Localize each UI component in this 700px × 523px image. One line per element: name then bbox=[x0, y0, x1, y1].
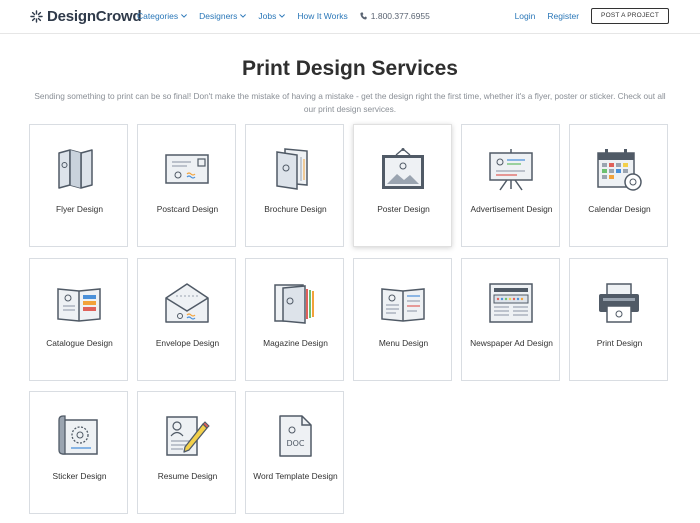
service-card-advertisement[interactable]: Advertisement Design bbox=[461, 124, 560, 247]
newspaper-icon bbox=[489, 283, 533, 323]
service-card-newspaper-ad[interactable]: Newspaper Ad Design bbox=[461, 258, 560, 381]
service-label: Advertisement Design bbox=[470, 204, 553, 214]
main-nav: Categories Designers Jobs How It Works 1… bbox=[137, 11, 430, 21]
chevron-down-icon bbox=[181, 14, 188, 18]
post-a-project-button[interactable]: POST A PROJECT bbox=[591, 8, 669, 24]
resume-icon bbox=[166, 416, 210, 456]
nav-label: Designers bbox=[199, 11, 238, 21]
service-card-sticker[interactable]: Sticker Design bbox=[29, 391, 128, 514]
svg-text:DOC: DOC bbox=[286, 439, 304, 448]
chevron-down-icon bbox=[240, 14, 247, 18]
service-card-catalogue[interactable]: Catalogue Design bbox=[29, 258, 128, 381]
nav-label: How It Works bbox=[297, 11, 348, 21]
chevron-down-icon bbox=[279, 14, 286, 18]
service-card-brochure[interactable]: Brochure Design bbox=[245, 124, 344, 247]
service-label: Resume Design bbox=[157, 471, 218, 481]
service-card-print[interactable]: Print Design bbox=[569, 258, 668, 381]
nav-how-it-works[interactable]: How It Works bbox=[297, 11, 347, 21]
logo[interactable]: DesignCrowd bbox=[30, 8, 142, 25]
login-link[interactable]: Login bbox=[515, 11, 536, 21]
top-navigation-bar: DesignCrowd Categories Designers Jobs Ho… bbox=[0, 0, 700, 34]
service-card-envelope[interactable]: Envelope Design bbox=[137, 258, 236, 381]
service-label: Catalogue Design bbox=[46, 338, 113, 348]
nav-categories[interactable]: Categories bbox=[137, 11, 188, 21]
advertisement-icon bbox=[489, 149, 533, 191]
printer-icon bbox=[599, 283, 639, 323]
service-card-calendar[interactable]: Calendar Design bbox=[569, 124, 668, 247]
service-label: Brochure Design bbox=[264, 204, 327, 214]
service-label: Envelope Design bbox=[155, 338, 220, 348]
logo-text: DesignCrowd bbox=[47, 8, 142, 25]
service-card-poster[interactable]: Poster Design bbox=[353, 124, 452, 247]
service-label: Sticker Design bbox=[52, 471, 107, 481]
phone-number[interactable]: 1.800.377.6955 bbox=[360, 11, 430, 21]
service-card-menu[interactable]: Menu Design bbox=[353, 258, 452, 381]
sticker-icon bbox=[58, 415, 98, 455]
nav-label: Jobs bbox=[258, 11, 277, 21]
phone-icon bbox=[360, 12, 367, 20]
service-label: Flyer Design bbox=[55, 204, 103, 214]
catalogue-icon bbox=[57, 288, 101, 322]
register-link[interactable]: Register bbox=[547, 11, 579, 21]
nav-jobs[interactable]: Jobs bbox=[258, 11, 286, 21]
nav-label: Categories bbox=[137, 11, 179, 21]
page-intro: Sending something to print can be so fin… bbox=[34, 91, 666, 114]
envelope-icon bbox=[165, 283, 209, 323]
service-label: Newspaper Ad Design bbox=[470, 338, 553, 348]
brochure-icon bbox=[276, 148, 308, 190]
service-label: Calendar Design bbox=[588, 204, 651, 214]
service-label: Postcard Design bbox=[156, 204, 219, 214]
service-card-magazine[interactable]: Magazine Design bbox=[245, 258, 344, 381]
service-label: Menu Design bbox=[378, 338, 429, 348]
service-label: Print Design bbox=[596, 338, 643, 348]
magazine-icon bbox=[274, 284, 314, 324]
service-label: Word Template Design bbox=[253, 471, 338, 481]
page-title: Print Design Services bbox=[242, 57, 458, 80]
nav-designers[interactable]: Designers bbox=[199, 11, 247, 21]
service-card-flyer[interactable]: Flyer Design bbox=[29, 124, 128, 247]
menu-icon bbox=[381, 288, 425, 322]
poster-icon bbox=[382, 148, 424, 189]
account-nav: Login Register POST A PROJECT bbox=[515, 8, 669, 24]
logo-mark-icon bbox=[30, 10, 43, 23]
postcard-icon bbox=[165, 154, 209, 184]
service-card-postcard[interactable]: Postcard Design bbox=[137, 124, 236, 247]
word-template-icon: DOC bbox=[279, 415, 312, 457]
service-card-resume[interactable]: Resume Design bbox=[137, 391, 236, 514]
calendar-icon bbox=[597, 149, 642, 191]
flyer-icon bbox=[58, 149, 93, 189]
phone-text: 1.800.377.6955 bbox=[370, 11, 430, 21]
service-card-word-template[interactable]: DOC Word Template Design bbox=[245, 391, 344, 514]
service-label: Poster Design bbox=[377, 204, 430, 214]
service-label: Magazine Design bbox=[263, 338, 328, 348]
